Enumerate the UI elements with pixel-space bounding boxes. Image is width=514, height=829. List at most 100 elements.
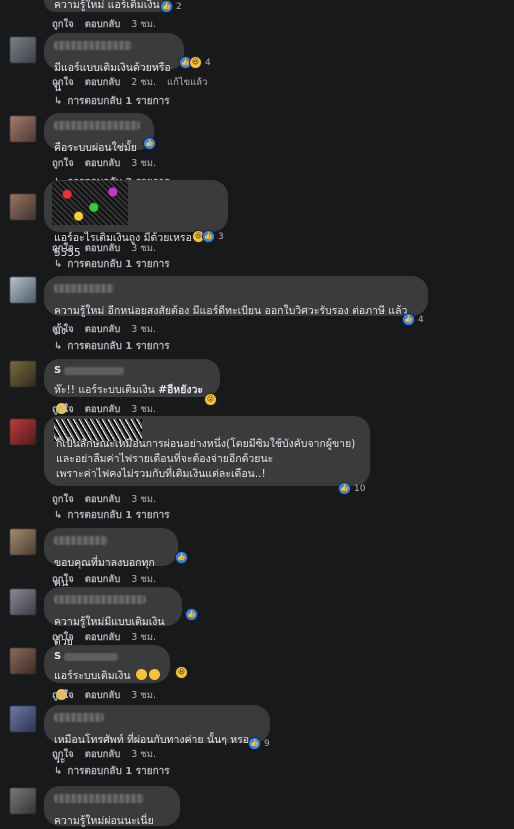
avatar[interactable] (10, 361, 36, 387)
view-replies-link[interactable]: ↳ การตอบกลับ 1 รายการ (54, 764, 170, 779)
reply-link[interactable]: ตอบกลับ (85, 17, 121, 32)
comment-time[interactable]: 3 ชม. (131, 402, 156, 417)
view-replies-link[interactable]: ↳ การตอบกลับ 1 รายการ (54, 339, 170, 354)
reaction-count: 4 (418, 314, 424, 325)
author-name[interactable] (54, 284, 114, 293)
author-name[interactable] (54, 794, 144, 803)
comment-text: ความรู้ใหม่ แอร์เติมเงิน (54, 0, 160, 11)
author-name[interactable] (54, 121, 140, 130)
avatar[interactable] (10, 116, 36, 142)
reaction-summary[interactable]: 👍 😆 4 (179, 56, 211, 69)
reaction-summary[interactable]: 👍 10 (338, 482, 365, 495)
reply-link[interactable]: ตอบกลับ (85, 322, 121, 337)
comment-actions: ถูกใจ ตอบกลับ 3 ชม. (52, 747, 156, 762)
comment-time[interactable]: 3 ชม. (131, 156, 156, 171)
reply-link[interactable]: ตอบกลับ (85, 402, 121, 417)
comment-actions: ถูกใจ ตอบกลับ 3 ชม. (52, 402, 156, 417)
sad-emoji-icon (148, 669, 160, 680)
avatar[interactable] (10, 589, 36, 615)
like-link[interactable]: ถูกใจ (52, 156, 74, 171)
reply-link[interactable]: ตอบกลับ (85, 75, 121, 90)
comment-actions: ถูกใจ ตอบกลับ 2 ชม. แก้ไขแล้ว (52, 75, 207, 90)
comment-time[interactable]: 3 ชม. (131, 688, 156, 703)
reply-link[interactable]: ตอบกลับ (85, 688, 121, 703)
reply-link[interactable]: ตอบกลับ (85, 156, 121, 171)
reply-link[interactable]: ตอบกลับ (85, 492, 121, 507)
haha-reaction-icon: 😆 (175, 666, 188, 679)
like-reaction-icon: 👍 (202, 230, 215, 243)
reply-link[interactable]: ตอบกลับ (85, 747, 121, 762)
comment-actions: ถูกใจ ตอบกลับ 3 ชม. (52, 572, 156, 587)
edited-label[interactable]: แก้ไขแล้ว (167, 75, 207, 90)
reaction-summary[interactable]: 👍 4 (402, 313, 424, 326)
like-reaction-icon: 👍 (185, 608, 198, 621)
view-replies-link[interactable]: ↳ การตอบกลับ 1 รายการ (54, 508, 170, 523)
like-link[interactable]: ถูกใจ (52, 17, 74, 32)
reaction-summary[interactable]: 😆 (175, 666, 188, 679)
reply-arrow-icon: ↳ (54, 96, 63, 107)
author-name[interactable] (54, 713, 104, 722)
replies-label: การตอบกลับ 1 รายการ (67, 510, 170, 521)
avatar[interactable] (10, 37, 36, 63)
like-link[interactable]: ถูกใจ (52, 322, 74, 337)
haha-reaction-icon: 😆 (189, 56, 202, 69)
comment-time[interactable]: 3 ชม. (131, 630, 156, 645)
comment-time[interactable]: 3 ชม. (131, 572, 156, 587)
author-name[interactable] (54, 41, 132, 50)
replies-label: การตอบกลับ 1 รายการ (67, 96, 170, 107)
like-link[interactable]: ถูกใจ (52, 572, 74, 587)
reaction-summary[interactable]: 👍 (143, 137, 156, 150)
reply-link[interactable]: ตอบกลับ (85, 241, 121, 256)
comment-time[interactable]: 2 ชม. (131, 75, 156, 90)
comment-actions: ถูกใจ ตอบกลับ 3 ชม. (52, 630, 156, 645)
reaction-summary[interactable]: 👍 (175, 551, 188, 564)
comment-bubble: แอร์อะไรเติมเงินถูง มีด้วยเหรอ 5555 (44, 180, 228, 259)
like-reaction-icon: 👍 (175, 551, 188, 564)
comment-time[interactable]: 3 ชม. (131, 17, 156, 32)
avatar[interactable] (10, 788, 36, 814)
comment-bubble: มีแอร์แบบเติมเงินด้วยหรือนี่ (44, 33, 184, 94)
author-name[interactable]: S (54, 365, 210, 376)
reaction-summary[interactable]: 😮 (204, 393, 217, 406)
like-link[interactable]: ถูกใจ (52, 241, 74, 256)
view-replies-link[interactable]: ↳ การตอบกลับ 1 รายการ (54, 94, 170, 109)
author-name[interactable] (52, 181, 128, 225)
comment-actions: ถูกใจ ตอบกลับ 3 ชม. (52, 492, 156, 507)
reaction-summary[interactable]: 👍 9 (248, 737, 270, 750)
reaction-summary[interactable]: 👍 (185, 608, 198, 621)
author-name[interactable] (54, 595, 146, 604)
like-link[interactable]: ถูกใจ (52, 688, 74, 703)
avatar[interactable] (10, 529, 36, 555)
like-link[interactable]: ถูกใจ (52, 492, 74, 507)
like-link[interactable]: ถูกใจ (52, 75, 74, 90)
comment-bubble: S แอร์ระบบเติมเงิน (44, 645, 170, 700)
comment-time[interactable]: 3 ชม. (131, 492, 156, 507)
like-link[interactable]: ถูกใจ (52, 747, 74, 762)
comment-thread: ความรู้ใหม่ แอร์เติมเงิน 👍 2 ถูกใจ ตอบกล… (0, 0, 514, 827)
hashtag-link[interactable]: #อีหยังวะ (158, 384, 203, 396)
comment-time[interactable]: 3 ชม. (131, 241, 156, 256)
replies-label: การตอบกลับ 1 รายการ (67, 766, 170, 777)
comment-bubble: ความรู้ใหม่ แอร์เติมเงิน (44, 0, 170, 12)
reaction-summary[interactable]: 😆 👍 3 (192, 230, 224, 243)
comment-time[interactable]: 3 ชม. (131, 322, 156, 337)
avatar[interactable] (10, 706, 36, 732)
view-replies-link[interactable]: ↳ การตอบกลับ 1 รายการ (54, 257, 170, 272)
comment-time[interactable]: 3 ชม. (131, 747, 156, 762)
like-link[interactable]: ถูกใจ (52, 630, 74, 645)
comment-actions: ถูกใจ ตอบกลับ 3 ชม. (52, 322, 156, 337)
author-name[interactable]: S (54, 651, 160, 662)
author-name[interactable] (54, 536, 108, 545)
avatar[interactable] (10, 419, 36, 445)
reply-arrow-icon: ↳ (54, 341, 63, 352)
comment-actions: ถูกใจ ตอบกลับ 3 ชม. (52, 241, 156, 256)
reply-link[interactable]: ตอบกลับ (85, 572, 121, 587)
avatar[interactable] (10, 648, 36, 674)
replies-label: การตอบกลับ 1 รายการ (67, 341, 170, 352)
avatar[interactable] (10, 194, 36, 220)
reaction-summary[interactable]: 👍 2 (160, 0, 182, 13)
reply-link[interactable]: ตอบกลับ (85, 630, 121, 645)
avatar[interactable] (10, 277, 36, 303)
comment-bubble: ความรู้ใหม่มีแบบเติมเงินด้วย (44, 587, 182, 648)
like-link[interactable]: ถูกใจ (52, 402, 74, 417)
